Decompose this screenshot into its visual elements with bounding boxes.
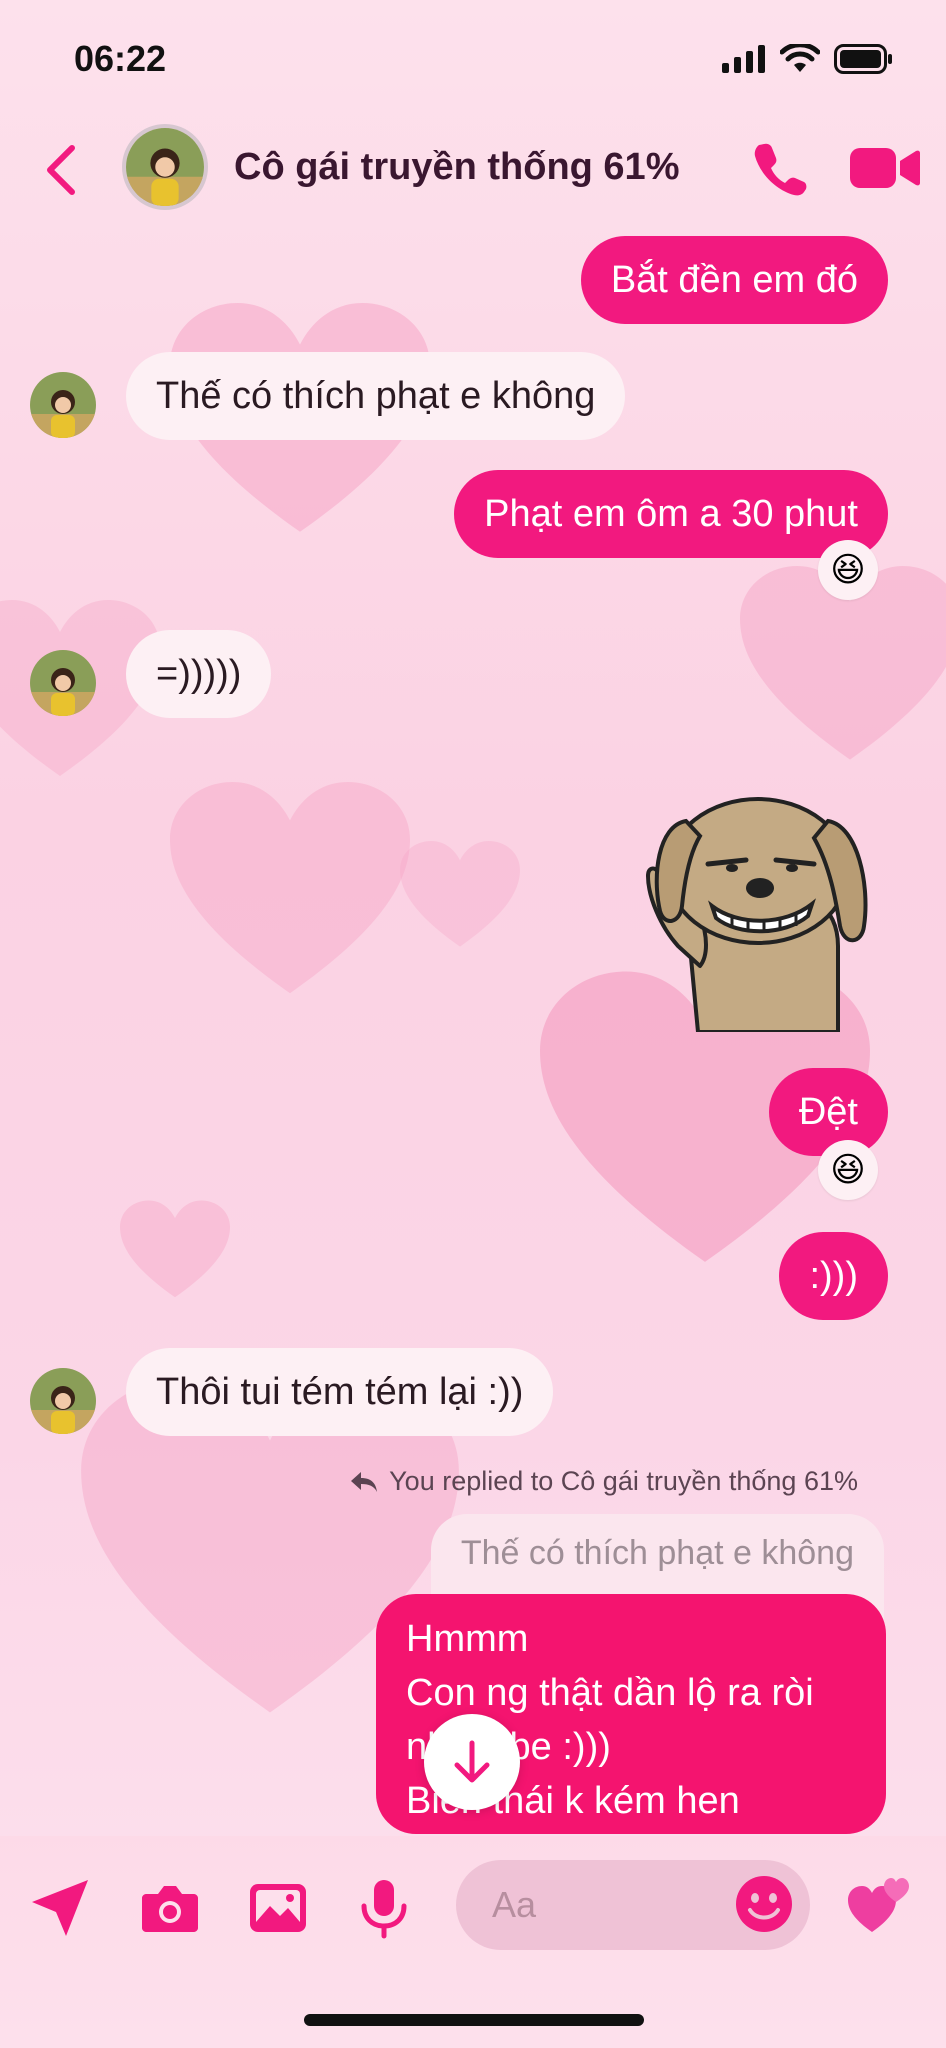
sender-avatar[interactable]	[30, 650, 96, 716]
emoji-smile-icon[interactable]	[734, 1874, 794, 1934]
camera-icon[interactable]	[138, 1876, 202, 1940]
bg-heart	[400, 840, 520, 950]
chat-header: Cô gái truyền thống 61%	[0, 120, 946, 220]
double-heart-icon[interactable]	[846, 1872, 912, 1938]
message-line: Con ng thật dần lộ ra ròi	[406, 1672, 814, 1714]
sender-avatar[interactable]	[30, 1368, 96, 1434]
message-outgoing[interactable]: Bắt đền em đó	[580, 236, 888, 324]
message-input-placeholder: Aa	[492, 1884, 537, 1925]
wifi-icon	[780, 44, 820, 72]
message-incoming[interactable]: Thôi tui tém tém lại :))	[126, 1348, 554, 1436]
message-input[interactable]: Aa	[456, 1860, 810, 1950]
scroll-to-bottom-button[interactable]	[424, 1714, 520, 1810]
message-line: Hmmm	[406, 1618, 529, 1660]
status-time: 06:22	[74, 38, 167, 79]
microphone-icon[interactable]	[352, 1876, 416, 1940]
bg-heart	[120, 1200, 230, 1300]
message-outgoing[interactable]: :)))	[779, 1232, 888, 1320]
reply-context-text: You replied to Cô gái truyền thống 61%	[389, 1466, 858, 1496]
contact-name[interactable]: Cô gái truyền thống 61%	[234, 146, 679, 189]
reaction-laughing-emoji[interactable]: 😆	[818, 540, 878, 600]
reply-context: You replied to Cô gái truyền thống 61%	[349, 1466, 858, 1497]
message-incoming[interactable]: Thế có thích phạt e không	[126, 352, 626, 440]
video-camera-icon[interactable]	[850, 142, 920, 194]
status-bar: 06:22	[0, 0, 946, 120]
arrow-down-icon	[454, 1740, 490, 1783]
location-send-icon[interactable]	[28, 1876, 92, 1940]
cellular-signal-icon	[722, 45, 765, 73]
back-chevron-icon[interactable]	[40, 142, 84, 198]
home-indicator	[304, 2014, 644, 2026]
status-icons	[722, 44, 894, 74]
message-outgoing[interactable]: Phạt em ôm a 30 phut	[454, 470, 888, 558]
phone-icon[interactable]	[752, 140, 808, 196]
battery-icon	[834, 44, 892, 74]
message-outgoing[interactable]: Đệt	[768, 1068, 888, 1156]
message-incoming[interactable]: =)))))	[126, 630, 272, 718]
contact-avatar[interactable]	[122, 124, 208, 210]
sender-avatar[interactable]	[30, 372, 96, 438]
reaction-laughing-emoji[interactable]: 😆	[818, 1140, 878, 1200]
sticker-dog-salute[interactable]	[608, 776, 908, 1032]
reply-arrow-icon	[351, 1471, 378, 1492]
photo-gallery-icon[interactable]	[246, 1876, 310, 1940]
bg-heart	[170, 780, 410, 1000]
